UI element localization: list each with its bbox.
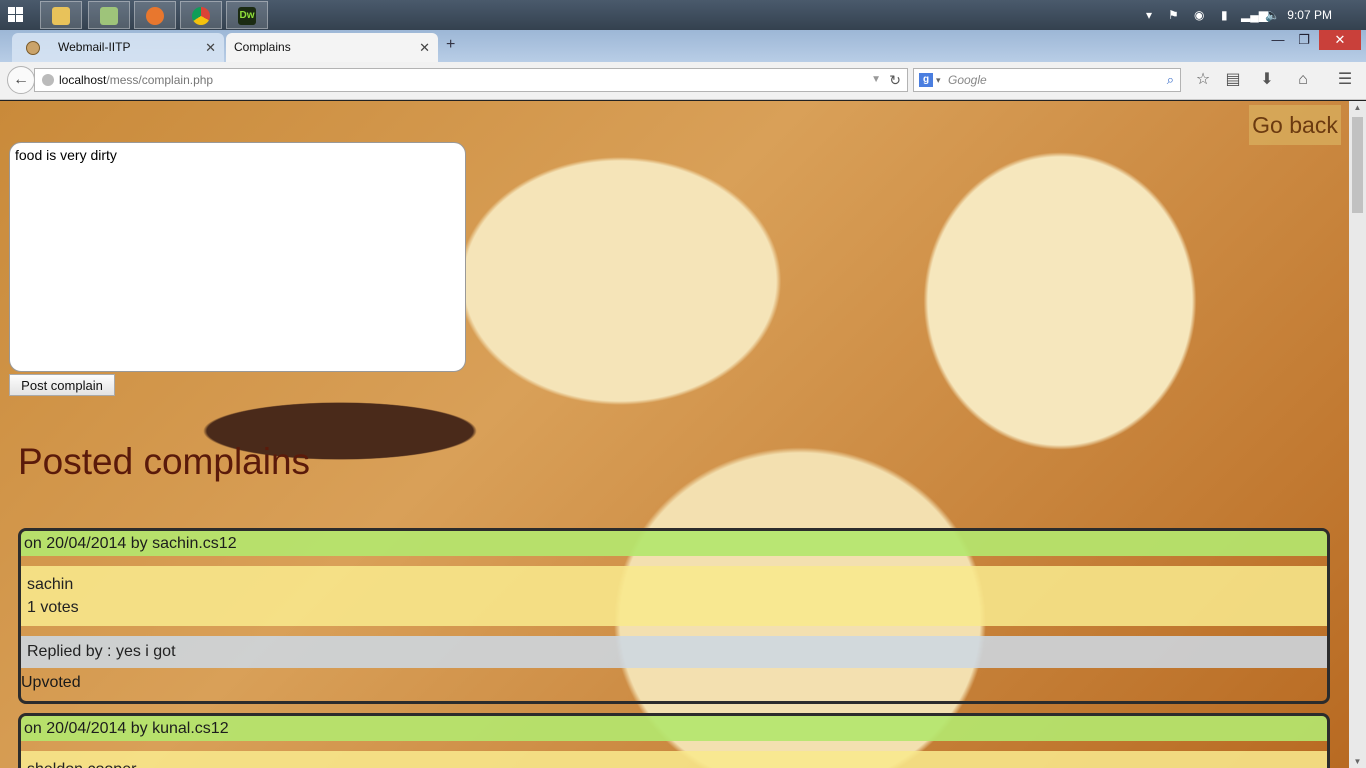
complain-card: on 20/04/2014 by kunal.cs12 sheldon coop… [18,713,1330,768]
address-bar[interactable]: localhost/mess/complain.php ▼ ↻ [34,68,908,92]
minimize-icon[interactable]: — [1264,30,1292,50]
site-identity-icon[interactable] [42,74,54,86]
scroll-up-icon[interactable]: ▲ [1349,103,1366,112]
close-tab-icon[interactable]: ✕ [419,33,430,62]
tab-bar: Webmail-IITP ✕ Complains ✕ + — ❐ ✕ [0,30,1366,62]
tab-label: Webmail-IITP [58,40,131,54]
tab-webmail[interactable]: Webmail-IITP ✕ [12,33,224,62]
history-dropdown-icon[interactable]: ▼ [871,69,881,91]
bookmark-star-icon[interactable]: ☆ [1191,68,1215,92]
url-host: localhost [59,73,107,87]
taskbar: Dw ▾ ⚑ ◉ ▮ ▂▄▆ 🔈 9:07 PM [0,0,1366,30]
files-icon[interactable] [88,1,130,29]
chrome-icon[interactable] [180,1,222,29]
app-tray-icon[interactable]: ◉ [1194,0,1204,30]
firefox-icon[interactable] [134,1,176,29]
new-tab-icon[interactable]: + [446,36,455,54]
search-placeholder: Google [948,73,987,87]
complain-body: sheldon cooper [21,751,1327,768]
clock[interactable]: 9:07 PM [1287,0,1332,30]
complain-votes: 1 votes [27,599,79,616]
downloads-icon[interactable]: ⬇ [1255,68,1279,92]
complain-header: on 20/04/2014 by sachin.cs12 [21,531,1327,556]
file-explorer-icon[interactable] [40,1,82,29]
back-button[interactable]: ← [7,66,35,94]
scroll-down-icon[interactable]: ▼ [1349,757,1366,766]
complain-reply: Replied by : yes i got [21,636,1327,668]
complain-body: sachin 1 votes [21,566,1327,626]
complain-input[interactable]: food is very dirty [9,142,466,372]
complain-text: sachin [27,576,74,593]
scrollbar-thumb[interactable] [1352,117,1363,213]
network-icon[interactable]: ▂▄▆ [1241,0,1268,30]
webmail-favicon-icon [26,41,40,55]
tray-expand-icon[interactable]: ▾ [1146,0,1152,30]
engine-dropdown-icon[interactable]: ▾ [936,69,941,91]
bookmarks-menu-icon[interactable]: ▤ [1221,68,1245,92]
search-bar[interactable]: g ▾ Google ⌕ [913,68,1181,92]
tab-complains[interactable]: Complains ✕ [226,33,438,62]
page-content: Go back food is very dirty Post complain… [0,101,1349,768]
complain-text: sheldon cooper [27,758,1321,768]
go-back-link[interactable]: Go back [1249,105,1341,145]
reload-icon[interactable]: ↻ [889,69,901,91]
menu-icon[interactable]: ☰ [1333,68,1357,92]
tab-label: Complains [234,40,291,54]
google-engine-icon[interactable]: g [919,73,933,87]
home-icon[interactable]: ⌂ [1291,68,1315,92]
complain-header: on 20/04/2014 by kunal.cs12 [21,716,1327,741]
url-path: /mess/complain.php [106,73,214,87]
close-tab-icon[interactable]: ✕ [205,33,216,62]
page-scrollbar[interactable]: ▲ ▼ [1349,101,1366,768]
post-complain-button[interactable]: Post complain [9,374,115,396]
upvote-status[interactable]: Upvoted [21,668,1327,701]
volume-icon[interactable]: 🔈 [1265,0,1280,30]
window-close-icon[interactable]: ✕ [1319,30,1361,50]
battery-icon[interactable]: ▮ [1221,0,1228,30]
restore-icon[interactable]: ❐ [1290,30,1318,50]
posted-complains-heading: Posted complains [18,441,311,482]
search-icon[interactable]: ⌕ [1167,69,1174,91]
flag-icon[interactable]: ⚑ [1168,0,1179,30]
dreamweaver-icon[interactable]: Dw [226,1,268,29]
windows-start-icon[interactable] [8,7,24,23]
navigation-bar: localhost/mess/complain.php ▼ ↻ ← g ▾ Go… [0,62,1366,100]
complain-card: on 20/04/2014 by sachin.cs12 sachin 1 vo… [18,528,1330,704]
back-arrow-icon: ← [13,71,29,88]
